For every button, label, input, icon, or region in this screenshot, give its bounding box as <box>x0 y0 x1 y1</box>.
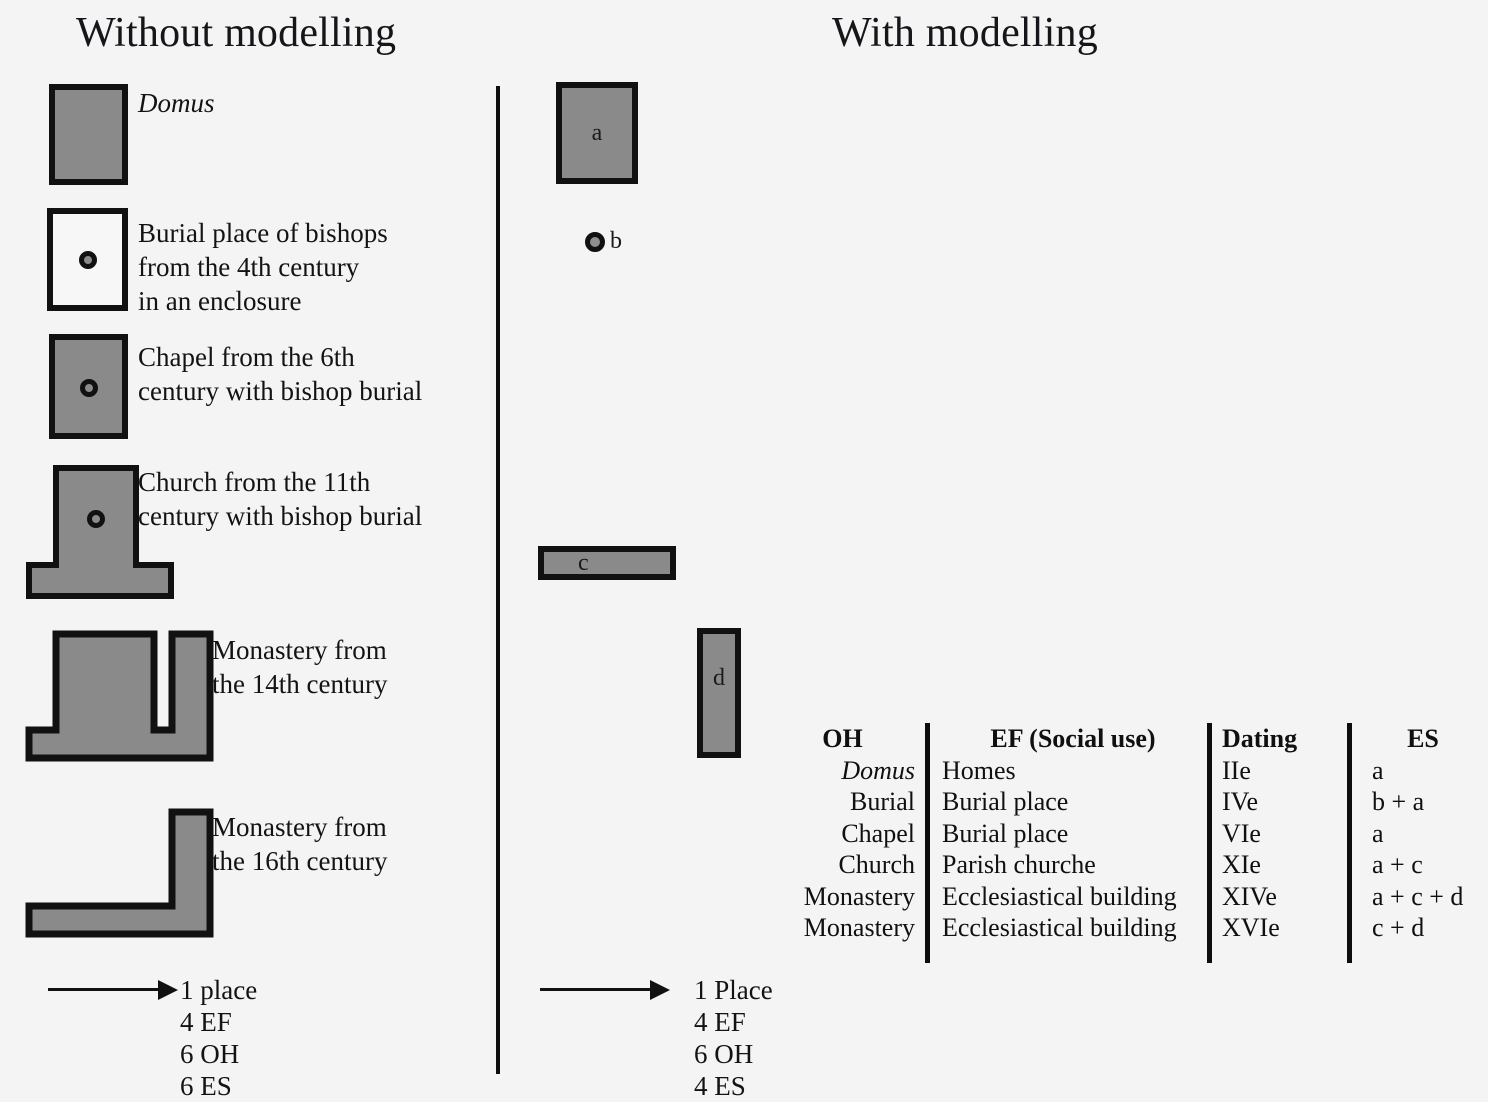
table-cell-oh: Monastery <box>803 913 915 942</box>
left-summary-line: 6 OH <box>180 1039 240 1069</box>
legend-label-chapel: Chapel from the 6th century with bishop … <box>138 342 423 406</box>
right-summary-line: 1 Place <box>694 975 773 1005</box>
table-rule-2 <box>1207 723 1212 963</box>
table-column-oh: OH Domus Burial Chapel Church Monastery … <box>770 723 915 944</box>
left-summary-counts: 1 place 4 EF 6 OH 6 ES <box>180 974 257 1102</box>
diagram-canvas: Without modelling With modelling Domus B… <box>0 0 1488 1101</box>
right-panel-title: With modelling <box>832 10 1098 56</box>
monastery-16-plan-outline-icon <box>25 808 214 938</box>
left-summary-line: 1 place <box>180 975 258 1005</box>
table-header-es: ES <box>1407 724 1439 753</box>
plan-unit-c-label: c <box>578 550 589 576</box>
table-header-ef: EF (Social use) <box>990 724 1156 753</box>
table-column-dating: Dating IIe IVe VIe XIe XIVe XVIe <box>1222 723 1342 944</box>
table-cell-ef: Ecclesiastical building <box>942 881 1177 911</box>
plan-unit-c: c <box>538 546 676 580</box>
table-cell-oh: Church <box>838 850 915 879</box>
monastery-14-plan-outline-icon <box>25 630 214 762</box>
left-summary-line: 6 ES <box>180 1071 232 1101</box>
plan-unit-a-label: a <box>591 120 603 146</box>
plan-unit-d: d <box>697 628 741 758</box>
table-column-ef: EF (Social use) Homes Burial place Buria… <box>942 723 1204 944</box>
table-cell-ef: Homes <box>942 755 1016 785</box>
table-rule-1 <box>925 723 930 963</box>
table-cell-ef: Parish churche <box>942 850 1096 879</box>
legend-swatch-burial-enclosure <box>47 208 128 311</box>
table-cell-dating: XIe <box>1222 850 1261 879</box>
right-summary-counts: 1 Place 4 EF 6 OH 4 ES <box>694 974 773 1102</box>
table-cell-dating: XIVe <box>1222 881 1277 911</box>
modelling-summary-table: OH Domus Burial Chapel Church Monastery … <box>770 723 1470 968</box>
table-cell-es: a + c + d <box>1372 881 1464 911</box>
table-header-dating: Dating <box>1222 724 1298 753</box>
table-cell-dating: XVIe <box>1222 913 1280 942</box>
left-summary-line: 4 EF <box>180 1007 232 1037</box>
legend-label-burial-enclosure: Burial place of bishops from the 4th cen… <box>138 218 388 316</box>
legend-label-monastery-16: Monastery from the 16th century <box>212 812 388 876</box>
plan-unit-d-label: d <box>713 665 725 691</box>
legend-label-monastery-14: Monastery from the 14th century <box>212 635 388 699</box>
bishop-burial-dot-icon <box>78 250 97 269</box>
plan-unit-a: a <box>556 82 638 184</box>
table-cell-ef: Burial place <box>942 818 1069 848</box>
table-cell-es: a + c <box>1372 850 1423 879</box>
plan-unit-b <box>585 232 605 252</box>
left-summary-arrow <box>48 980 178 1000</box>
left-panel-title: Without modelling <box>76 10 397 56</box>
right-summary-line: 4 ES <box>694 1071 746 1101</box>
table-cell-ef: Burial place <box>942 787 1069 816</box>
right-summary-line: 4 EF <box>694 1007 746 1037</box>
table-cell-oh: Domus <box>841 755 915 785</box>
legend-swatch-monastery-16 <box>24 808 214 938</box>
table-cell-dating: IVe <box>1222 787 1259 816</box>
table-cell-es: c + d <box>1372 913 1425 942</box>
bishop-burial-dot-icon <box>79 379 98 398</box>
table-column-es: ES a b + a a a + c a + c + d c + d <box>1368 723 1488 944</box>
table-cell-es: b + a <box>1372 787 1425 816</box>
right-summary-arrow <box>540 980 670 1000</box>
table-header-oh: OH <box>822 724 863 753</box>
legend-label-church: Church from the 11th century with bishop… <box>138 467 423 531</box>
legend-label-domus: Domus <box>138 88 215 118</box>
table-cell-es: a <box>1372 755 1384 785</box>
right-summary-line: 6 OH <box>694 1039 754 1069</box>
table-rule-3 <box>1347 723 1352 963</box>
legend-swatch-domus <box>49 84 128 185</box>
table-cell-oh: Burial <box>850 787 915 816</box>
table-cell-oh: Monastery <box>803 881 915 911</box>
table-cell-oh: Chapel <box>841 818 915 848</box>
table-cell-dating: IIe <box>1222 755 1251 785</box>
bishop-burial-dot-icon <box>87 510 105 528</box>
legend-swatch-chapel <box>49 334 128 439</box>
panel-divider <box>496 86 500 1074</box>
table-cell-ef: Ecclesiastical building <box>942 913 1177 942</box>
table-cell-dating: VIe <box>1222 818 1261 848</box>
table-cell-es: a <box>1372 818 1384 848</box>
legend-swatch-monastery-14 <box>24 630 214 762</box>
plan-unit-b-label: b <box>610 228 622 254</box>
